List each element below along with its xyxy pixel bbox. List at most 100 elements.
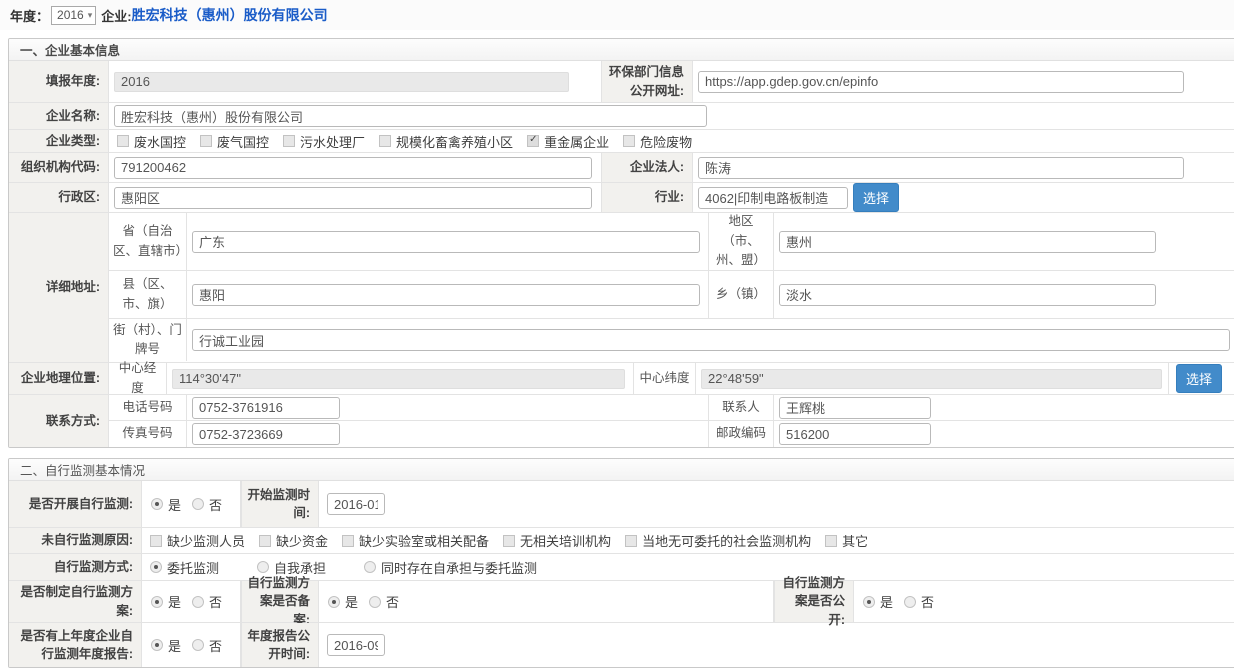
start-time-input[interactable] <box>327 493 385 515</box>
street-input[interactable] <box>192 329 1230 351</box>
checkbox-option[interactable]: 当地无可委托的社会监测机构 <box>625 531 811 550</box>
industry-label: 行业: <box>601 183 693 212</box>
checkbox-unchecked-icon[interactable] <box>283 135 295 147</box>
radio-option[interactable]: 否 <box>904 592 934 611</box>
radio-option[interactable]: 是 <box>151 592 181 611</box>
company-type-options: 废水国控废气国控 污水处理厂 规模化畜禽养殖小区重金属企业危险废物 <box>109 130 1234 152</box>
person-input[interactable] <box>779 397 931 419</box>
option-label: 是 <box>880 592 893 611</box>
province-input[interactable] <box>192 231 700 253</box>
checkbox-unchecked-icon[interactable] <box>200 135 212 147</box>
phone-cell <box>187 395 709 420</box>
option-label: 否 <box>209 495 222 514</box>
fax-input[interactable] <box>192 423 340 445</box>
checkbox-unchecked-icon[interactable] <box>623 135 635 147</box>
checkbox-option[interactable]: 废水国控 <box>117 132 186 151</box>
radio-unchecked-icon[interactable] <box>904 596 916 608</box>
checkbox-option[interactable]: 缺少资金 <box>259 531 328 550</box>
option-label: 废水国控 <box>134 132 186 151</box>
radio-unchecked-icon[interactable] <box>192 596 204 608</box>
industry-select-button[interactable]: 选择 <box>853 183 899 212</box>
checkbox-unchecked-icon[interactable] <box>825 535 837 547</box>
district-input[interactable] <box>114 187 592 209</box>
town-label: 乡（镇） <box>709 271 774 318</box>
checkbox-unchecked-icon[interactable] <box>150 535 162 547</box>
company-name-link[interactable]: 胜宏科技（惠州）股份有限公司 <box>132 5 328 25</box>
start-time-cell <box>319 481 1234 527</box>
option-label: 否 <box>209 636 222 655</box>
industry-input[interactable] <box>698 187 848 209</box>
radio-unchecked-icon[interactable] <box>192 639 204 651</box>
radio-unchecked-icon[interactable] <box>192 498 204 510</box>
checkbox-unchecked-icon[interactable] <box>503 535 515 547</box>
radio-checked-icon[interactable] <box>328 596 340 608</box>
checkbox-checked-icon[interactable] <box>527 135 539 147</box>
checkbox-unchecked-icon[interactable] <box>259 535 271 547</box>
checkbox-option[interactable]: 规模化畜禽养殖小区 <box>379 132 513 151</box>
checkbox-unchecked-icon[interactable] <box>625 535 637 547</box>
section1-title: 一、企业基本信息 <box>9 39 1234 61</box>
radio-checked-icon[interactable] <box>151 498 163 510</box>
radio-option[interactable]: 同时存在自承担与委托监测 <box>364 558 537 577</box>
radio-option[interactable]: 是 <box>151 636 181 655</box>
checkbox-unchecked-icon[interactable] <box>117 135 129 147</box>
radio-unchecked-icon[interactable] <box>257 561 269 573</box>
radio-option[interactable]: 是 <box>151 495 181 514</box>
radio-checked-icon[interactable] <box>151 639 163 651</box>
fill-year-label: 填报年度: <box>9 61 109 102</box>
zip-input[interactable] <box>779 423 931 445</box>
checkbox-option[interactable]: 危险废物 <box>623 132 692 151</box>
checkbox-option[interactable]: 缺少监测人员 <box>150 531 245 550</box>
radio-option[interactable]: 否 <box>192 592 222 611</box>
row-no-monitor-reason: 未自行监测原因: 缺少监测人员缺少资金缺少实验室或相关配备无相关培训机构当地无可… <box>9 528 1234 554</box>
radio-checked-icon[interactable] <box>863 596 875 608</box>
no-monitor-reason-options: 缺少监测人员缺少资金缺少实验室或相关配备无相关培训机构当地无可委托的社会监测机构… <box>142 528 1234 553</box>
checkbox-unchecked-icon[interactable] <box>379 135 391 147</box>
checkbox-unchecked-icon[interactable] <box>342 535 354 547</box>
checkbox-option[interactable]: 其它 <box>825 531 868 550</box>
county-label: 县（区、市、旗） <box>109 271 187 318</box>
address-subrow-1: 省（自治区、直辖市） 地区（市、州、盟） <box>109 213 1234 271</box>
legal-person-label: 企业法人: <box>601 153 693 182</box>
geo-select-button[interactable]: 选择 <box>1176 364 1222 393</box>
company-name-input[interactable] <box>114 105 707 127</box>
section2-title: 二、自行监测基本情况 <box>9 459 1234 481</box>
checkbox-option[interactable]: 污水处理厂 <box>283 132 365 151</box>
org-code-input[interactable] <box>114 157 592 179</box>
row-plan: 是否制定自行监测方案: 是否 自行监测方案是否备案: 是否 自行监测方案是否公开… <box>9 581 1234 623</box>
phone-label: 电话号码 <box>109 395 187 420</box>
radio-option[interactable]: 是 <box>863 592 893 611</box>
province-cell <box>187 213 709 270</box>
radio-checked-icon[interactable] <box>150 561 162 573</box>
checkbox-option[interactable]: 缺少实验室或相关配备 <box>342 531 489 550</box>
region-cell <box>774 213 1234 270</box>
checkbox-option[interactable]: 无相关培训机构 <box>503 531 611 550</box>
row-last-report: 是否有上年度企业自行监测年度报告: 是否 年度报告公开时间: <box>9 623 1234 667</box>
radio-unchecked-icon[interactable] <box>369 596 381 608</box>
radio-option[interactable]: 否 <box>369 592 399 611</box>
lat-input[interactable] <box>701 369 1162 389</box>
radio-option[interactable]: 否 <box>192 636 222 655</box>
town-input[interactable] <box>779 284 1156 306</box>
contact-label: 联系方式: <box>9 395 109 447</box>
report-public-time-input[interactable] <box>327 634 385 656</box>
lon-input[interactable] <box>172 369 625 389</box>
year-select[interactable]: 2016 ▾ <box>51 6 96 25</box>
radio-option[interactable]: 委托监测 <box>150 558 219 577</box>
radio-unchecked-icon[interactable] <box>364 561 376 573</box>
radio-option[interactable]: 否 <box>192 495 222 514</box>
option-label: 规模化畜禽养殖小区 <box>396 132 513 151</box>
checkbox-option[interactable]: 废气国控 <box>200 132 269 151</box>
fill-year-input[interactable] <box>114 72 569 92</box>
legal-person-input[interactable] <box>698 157 1184 179</box>
option-label: 缺少监测人员 <box>167 531 245 550</box>
radio-option[interactable]: 是 <box>328 592 358 611</box>
county-input[interactable] <box>192 284 700 306</box>
radio-checked-icon[interactable] <box>151 596 163 608</box>
option-label: 污水处理厂 <box>300 132 365 151</box>
checkbox-option[interactable]: 重金属企业 <box>527 132 609 151</box>
env-url-input[interactable] <box>698 71 1184 93</box>
address-grid: 省（自治区、直辖市） 地区（市、州、盟） 县（区、市、旗） 乡（镇） <box>109 213 1234 362</box>
phone-input[interactable] <box>192 397 340 419</box>
region-input[interactable] <box>779 231 1156 253</box>
